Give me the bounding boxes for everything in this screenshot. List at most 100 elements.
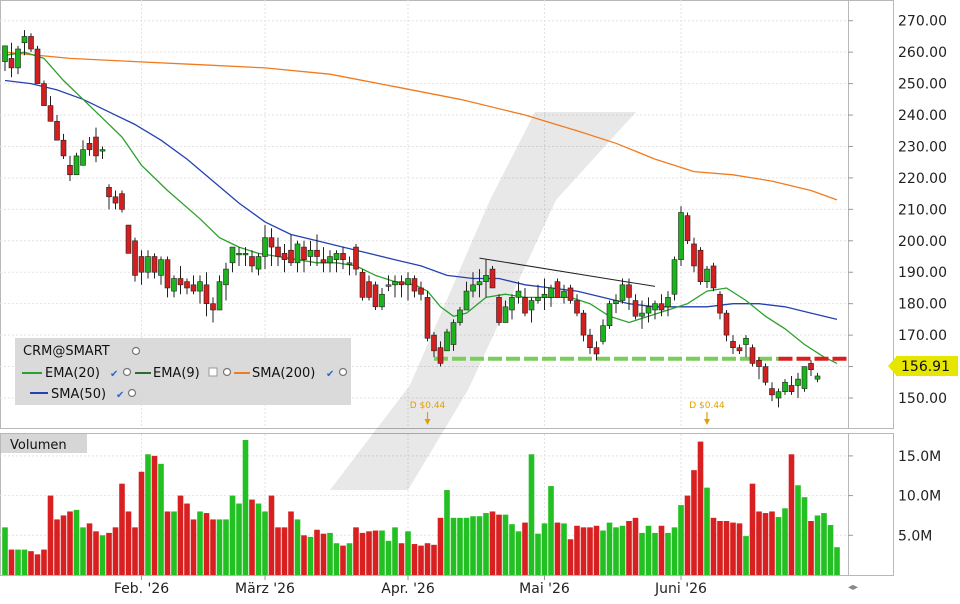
candle-body: [405, 278, 411, 286]
candle-body: [691, 243, 697, 267]
price-tick-label: 210.00: [898, 202, 947, 218]
volume-bar: [710, 517, 717, 575]
sma50-settings-icon[interactable]: [127, 388, 137, 398]
candle-body: [710, 265, 717, 289]
volume-bar: [801, 497, 808, 575]
volume-bar: [723, 521, 730, 575]
candle-body: [93, 136, 99, 157]
volume-bar: [444, 490, 450, 575]
volume-bar: [54, 519, 60, 575]
volume-bar: [223, 519, 229, 575]
candle-body: [34, 48, 41, 84]
candle-body: [775, 391, 782, 399]
candle-body: [249, 256, 255, 267]
volume-bar: [320, 533, 327, 575]
volume-bar: [554, 522, 561, 575]
volume-bar: [730, 522, 736, 575]
dividend-label: D $0.44: [410, 401, 446, 411]
candle-body: [749, 347, 756, 364]
month-label: Feb. '26: [114, 581, 169, 597]
indicator-legend[interactable]: CRM@SMART EMA(20) ✔ EMA(9) SMA(200) ✔ SM…: [15, 338, 351, 405]
candle-body: [632, 300, 639, 317]
volume-bar: [587, 527, 593, 575]
volume-bar: [626, 521, 632, 575]
volume-bar: [788, 454, 795, 575]
candle-body: [112, 196, 119, 204]
volume-bar: [41, 549, 47, 575]
candle-body: [268, 237, 275, 248]
volume-bar: [242, 440, 249, 575]
candle-body: [769, 388, 775, 396]
volume-tick-label: 15.0M: [898, 449, 941, 465]
candle-body: [41, 83, 47, 106]
stock-chart[interactable]: D $0.44 D $0.44 270.00 260.00 250.00 240.00 2…: [0, 0, 960, 600]
candle-body: [177, 278, 184, 286]
candle-body: [652, 303, 658, 311]
volume-bar: [697, 441, 704, 575]
candle-body: [320, 259, 327, 264]
sma50-check-icon[interactable]: ✔: [116, 390, 124, 401]
volume-bar: [489, 511, 496, 575]
ema9-checkbox-icon[interactable]: [208, 367, 218, 377]
ema20-check-icon[interactable]: ✔: [110, 369, 118, 380]
candle-body: [567, 287, 574, 301]
volume-bar: [281, 527, 288, 575]
volume-bar: [808, 521, 814, 575]
candle-body: [392, 281, 398, 286]
candle-body: [145, 256, 151, 273]
candle-body: [353, 246, 359, 270]
candle-body: [359, 271, 366, 298]
volume-bar: [288, 511, 294, 575]
volume-bar: [151, 455, 158, 575]
candle-body: [431, 334, 437, 352]
volume-bar: [47, 495, 54, 575]
last-price-label: 156.91: [901, 359, 950, 375]
volume-bar: [535, 533, 541, 575]
volume-bar: [619, 525, 626, 575]
chart-canvas[interactable]: D $0.44 D $0.44 270.00 260.00 250.00 240.00 2…: [0, 0, 960, 600]
symbol-settings-icon[interactable]: [131, 346, 141, 356]
volume-bar: [307, 536, 314, 575]
candle-body: [697, 249, 704, 282]
month-label: März '26: [235, 581, 295, 597]
candle-body: [730, 341, 736, 348]
volume-bar: [749, 483, 756, 575]
candle-body: [418, 287, 424, 295]
ema20-label: EMA(20): [45, 366, 100, 381]
legend-symbol[interactable]: CRM@SMART: [23, 344, 110, 359]
volume-bar: [515, 531, 522, 575]
volume-bar: [548, 486, 554, 575]
volume-bar: [450, 517, 457, 575]
volume-bar: [717, 521, 723, 575]
candle-body: [470, 284, 476, 292]
volume-bar: [405, 531, 411, 575]
volume-bar: [736, 523, 743, 575]
candle-body: [346, 262, 353, 265]
ema9-settings-icon[interactable]: [222, 367, 232, 377]
candle-body: [801, 366, 808, 389]
volume-bar: [418, 545, 424, 575]
candle-body: [21, 36, 28, 44]
volume-bar: [138, 471, 145, 575]
volume-bar: [567, 539, 574, 575]
sma200-label: SMA(200): [252, 366, 315, 381]
volume-bar: [28, 551, 34, 575]
volume-bar: [73, 509, 80, 575]
candle-body: [463, 290, 470, 311]
sma200-check-icon[interactable]: ✔: [326, 369, 334, 380]
volume-bar: [340, 545, 346, 575]
price-tick-label: 150.00: [898, 391, 947, 407]
dividend-label: D $0.44: [689, 401, 725, 411]
scroll-right-icon[interactable]: ◂▸: [848, 582, 858, 593]
candle-body: [756, 359, 762, 367]
volume-bar: [99, 535, 106, 575]
volume-bar: [502, 514, 509, 575]
volume-bar: [86, 523, 93, 575]
candle-body: [60, 139, 67, 157]
candle-body: [613, 300, 619, 304]
ema20-settings-icon[interactable]: [122, 367, 132, 377]
sma200-settings-icon[interactable]: [338, 367, 348, 377]
candle-body: [327, 256, 333, 264]
candle-body: [788, 385, 795, 393]
volume-bar: [262, 511, 268, 575]
